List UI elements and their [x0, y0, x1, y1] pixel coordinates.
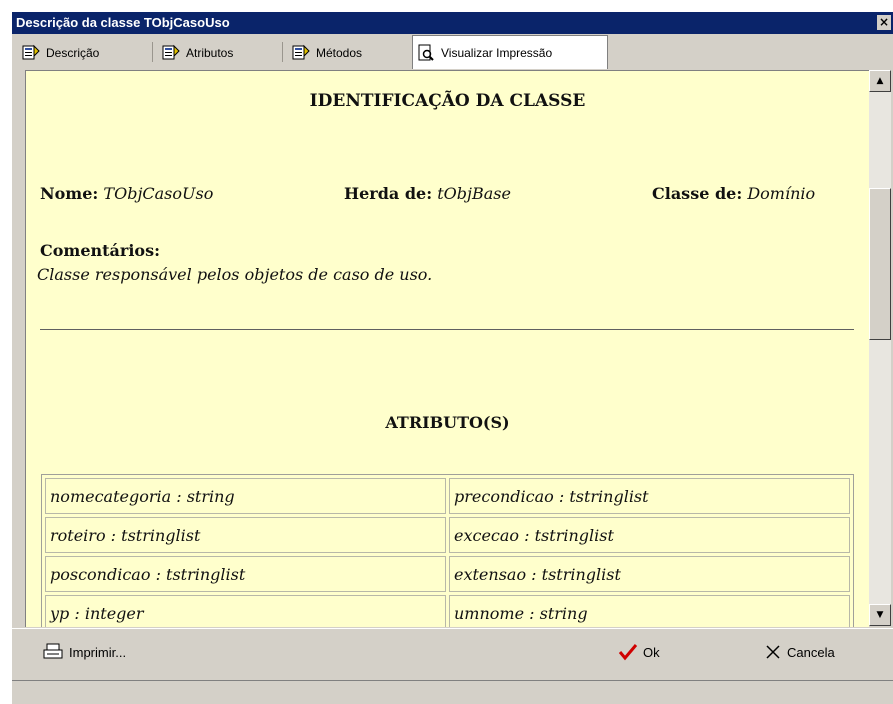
print-button-label: Imprimir... [69, 644, 127, 660]
button-bar: Imprimir... Ok Cancela [12, 628, 893, 679]
tab-metodos[interactable]: Métodos [288, 38, 406, 67]
table-row: nomecategoria : string precondicao : tst… [45, 478, 850, 514]
attribute-cell: poscondicao : tstringlist [45, 556, 446, 592]
window-title: Descrição da classe TObjCasoUso [16, 15, 230, 30]
printer-icon [42, 643, 64, 661]
ok-button[interactable]: Ok [618, 637, 660, 667]
tab-separator [152, 42, 153, 62]
tab-descricao-label: Descrição [46, 45, 100, 60]
table-row: roteiro : tstringlist excecao : tstringl… [45, 517, 850, 553]
class-doc-icon [22, 44, 40, 62]
nome-field: Nome: TObjCasoUso [40, 184, 213, 203]
scroll-thumb[interactable] [869, 188, 891, 340]
attributes-table: nomecategoria : string precondicao : tst… [41, 474, 854, 627]
ok-button-label: Ok [643, 644, 660, 660]
attribute-cell: nomecategoria : string [45, 478, 446, 514]
nome-value: TObjCasoUso [103, 184, 214, 203]
atributos-heading: ATRIBUTO(S) [385, 413, 510, 432]
tab-metodos-label: Métodos [316, 45, 363, 60]
print-preview-page: IDENTIFICAÇÃO DA CLASSE Nome: TObjCasoUs… [25, 70, 869, 627]
tab-atributos-label: Atributos [186, 45, 234, 60]
print-button[interactable]: Imprimir... [42, 637, 126, 667]
title-bar[interactable]: Descrição da classe TObjCasoUso × [12, 12, 893, 34]
table-row: yp : integer umnome : string [45, 595, 850, 627]
tab-separator [282, 42, 283, 62]
class-doc-icon [162, 44, 180, 62]
tab-descricao[interactable]: Descrição [18, 38, 146, 67]
attribute-cell: extensao : tstringlist [449, 556, 850, 592]
attribute-cell: roteiro : tstringlist [45, 517, 446, 553]
nome-label: Nome: [40, 184, 99, 203]
comentarios-label: Comentários: [40, 241, 160, 260]
page-heading: IDENTIFICAÇÃO DA CLASSE [309, 91, 586, 111]
cancel-button[interactable]: Cancela [764, 637, 835, 667]
section-divider [40, 329, 854, 330]
print-preview-icon [417, 44, 435, 62]
cross-icon [764, 643, 782, 661]
herda-field: Herda de: tObjBase [344, 184, 511, 203]
vertical-scrollbar[interactable]: ▲ ▼ [869, 70, 891, 626]
attribute-cell: excecao : tstringlist [449, 517, 850, 553]
comentarios-text: Classe responsável pelos objetos de caso… [37, 265, 433, 284]
classe-label: Classe de: [652, 184, 743, 203]
tab-visualizar-impressao-label: Visualizar Impressão [441, 45, 553, 60]
classe-value: Domínio [747, 184, 816, 203]
herda-label: Herda de: [344, 184, 433, 203]
herda-value: tObjBase [437, 184, 511, 203]
cancel-button-label: Cancela [787, 644, 835, 660]
attribute-cell: precondicao : tstringlist [449, 478, 850, 514]
checkmark-icon [618, 643, 638, 661]
comentarios-label-text: Comentários: [40, 241, 160, 260]
close-button[interactable]: × [877, 15, 891, 30]
tab-strip: Descrição Atributos Métodos Visualizar I… [12, 34, 893, 70]
class-doc-icon [292, 44, 310, 62]
status-bar [12, 680, 893, 704]
class-description-window: Descrição da classe TObjCasoUso × Descri… [12, 12, 893, 704]
attribute-cell: yp : integer [45, 595, 446, 627]
table-row: poscondicao : tstringlist extensao : tst… [45, 556, 850, 592]
tab-atributos[interactable]: Atributos [158, 38, 276, 67]
attribute-cell: umnome : string [449, 595, 850, 627]
tab-visualizar-impressao[interactable]: Visualizar Impressão [412, 35, 608, 69]
scroll-up-button[interactable]: ▲ [869, 70, 891, 92]
classe-field: Classe de: Domínio [652, 184, 815, 203]
scroll-down-button[interactable]: ▼ [869, 604, 891, 626]
